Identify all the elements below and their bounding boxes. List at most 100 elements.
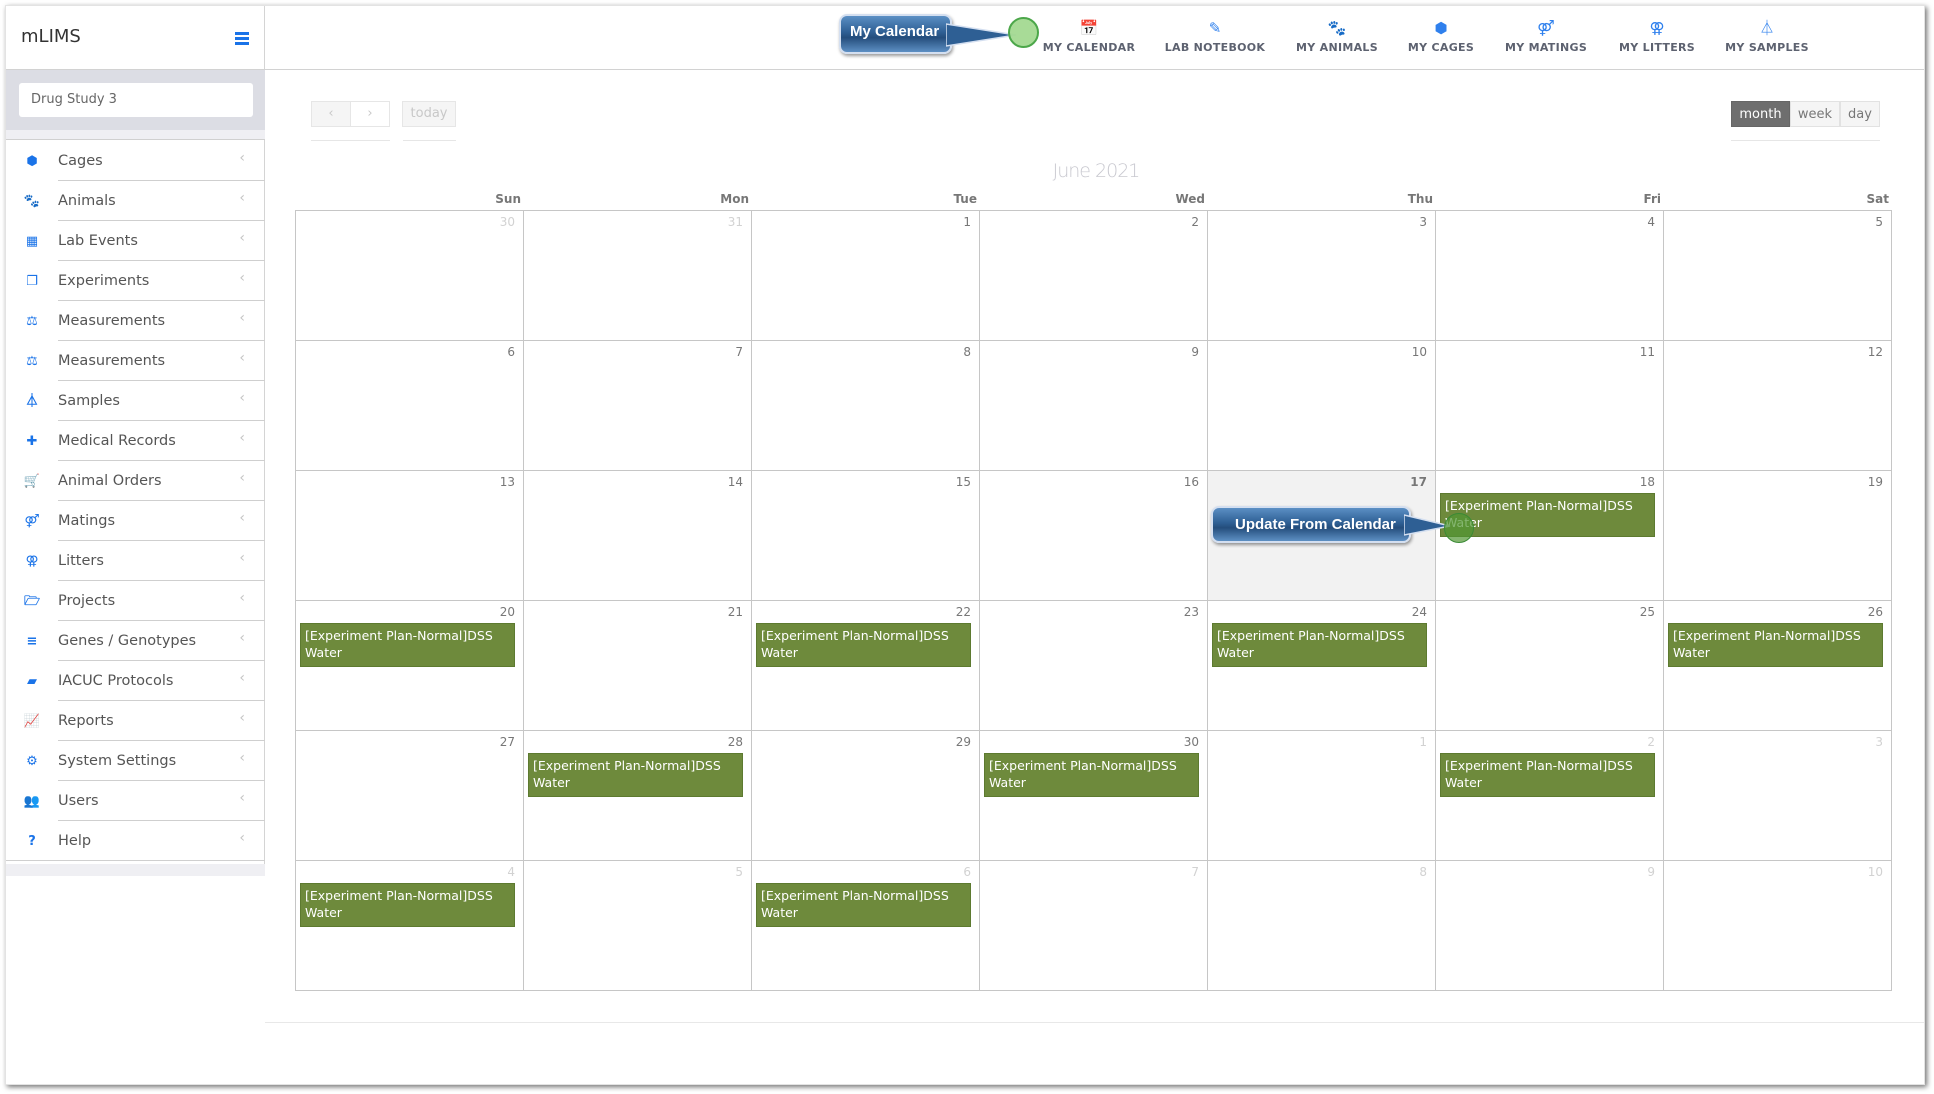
day-cell[interactable]: 12 [1664, 341, 1891, 471]
sidebar-item-system-settings[interactable]: ⚙ System Settings ‹ [6, 741, 265, 781]
study-selector[interactable]: Drug Study 3 [19, 83, 253, 117]
day-cell[interactable]: 28 [Experiment Plan-Normal]DSS Water [524, 731, 752, 861]
day-number[interactable]: 10 [1868, 865, 1883, 879]
day-cell[interactable]: 6 [Experiment Plan-Normal]DSS Water [752, 861, 980, 990]
day-cell[interactable]: 11 [1436, 341, 1664, 471]
view-day-button[interactable]: day [1840, 101, 1880, 127]
day-number[interactable]: 24 [1412, 605, 1427, 619]
day-cell[interactable]: 9 [980, 341, 1208, 471]
day-number[interactable]: 4 [1647, 215, 1655, 229]
prev-button[interactable]: ‹ [311, 101, 351, 127]
calendar-event[interactable]: [Experiment Plan-Normal]DSS Water [756, 883, 971, 927]
day-number[interactable]: 2 [1191, 215, 1199, 229]
day-number[interactable]: 11 [1640, 345, 1655, 359]
calendar-event[interactable]: [Experiment Plan-Normal]DSS Water [528, 753, 743, 797]
day-number[interactable]: 23 [1184, 605, 1199, 619]
day-number[interactable]: 28 [728, 735, 743, 749]
day-number[interactable]: 19 [1868, 475, 1883, 489]
day-cell[interactable]: 26 [Experiment Plan-Normal]DSS Water [1664, 601, 1891, 731]
sidebar-item-users[interactable]: 👥 Users ‹ [6, 781, 265, 821]
day-cell[interactable]: 21 [524, 601, 752, 731]
day-number[interactable]: 26 [1868, 605, 1883, 619]
day-number[interactable]: 31 [728, 215, 743, 229]
day-number[interactable]: 20 [500, 605, 515, 619]
day-number[interactable]: 8 [1419, 865, 1427, 879]
day-number[interactable]: 27 [500, 735, 515, 749]
day-number[interactable]: 8 [963, 345, 971, 359]
day-number[interactable]: 13 [500, 475, 515, 489]
day-cell[interactable]: 1 [752, 211, 980, 341]
day-number[interactable]: 5 [1875, 215, 1883, 229]
day-cell[interactable]: 19 [1664, 471, 1891, 601]
day-number[interactable]: 1 [963, 215, 971, 229]
day-cell[interactable]: 8 [1208, 861, 1436, 990]
day-cell[interactable]: 31 [524, 211, 752, 341]
calendar-event[interactable]: [Experiment Plan-Normal]DSS Water [756, 623, 971, 667]
day-cell[interactable]: 22 [Experiment Plan-Normal]DSS Water [752, 601, 980, 731]
calendar-event[interactable]: [Experiment Plan-Normal]DSS Water [1668, 623, 1883, 667]
day-cell[interactable]: 16 [980, 471, 1208, 601]
day-cell[interactable]: 14 [524, 471, 752, 601]
sidebar-item-litters[interactable]: ⚢ Litters ‹ [6, 541, 265, 581]
day-number[interactable]: 9 [1647, 865, 1655, 879]
day-cell[interactable]: 2 [Experiment Plan-Normal]DSS Water [1436, 731, 1664, 861]
sidebar-item-lab-events[interactable]: ▦ Lab Events ‹ [6, 221, 265, 261]
day-number[interactable]: 18 [1640, 475, 1655, 489]
sidebar-item-genes-genotypes[interactable]: ≡ Genes / Genotypes ‹ [6, 621, 265, 661]
day-number[interactable]: 12 [1868, 345, 1883, 359]
day-number[interactable]: 7 [735, 345, 743, 359]
day-cell[interactable]: 3 [1664, 731, 1891, 861]
topnav-my-calendar[interactable]: 📅 MY CALENDAR [1043, 18, 1135, 54]
sidebar-item-measurements[interactable]: ⚖ Measurements ‹ [6, 301, 265, 341]
day-number[interactable]: 29 [956, 735, 971, 749]
sidebar-item-cages[interactable]: ⬢ Cages ‹ [6, 141, 265, 181]
day-number[interactable]: 16 [1184, 475, 1199, 489]
day-cell[interactable]: 13 [296, 471, 524, 601]
day-number[interactable]: 4 [507, 865, 515, 879]
sidebar-item-medical-records[interactable]: ✚ Medical Records ‹ [6, 421, 265, 461]
day-cell[interactable]: 15 [752, 471, 980, 601]
day-number[interactable]: 3 [1875, 735, 1883, 749]
day-number[interactable]: 3 [1419, 215, 1427, 229]
day-cell[interactable]: 30 [Experiment Plan-Normal]DSS Water [980, 731, 1208, 861]
day-cell[interactable]: 29 [752, 731, 980, 861]
day-number[interactable]: 21 [728, 605, 743, 619]
topnav-my-samples[interactable]: ⏃ MY SAMPLES [1725, 18, 1809, 54]
day-number[interactable]: 1 [1419, 735, 1427, 749]
day-number[interactable]: 17 [1410, 475, 1427, 489]
sidebar-item-projects[interactable]: 🗁 Projects ‹ [6, 581, 265, 621]
day-cell[interactable]: 1 [1208, 731, 1436, 861]
day-number[interactable]: 14 [728, 475, 743, 489]
next-button[interactable]: › [351, 101, 390, 127]
day-cell[interactable]: 9 [1436, 861, 1664, 990]
day-cell[interactable]: 7 [524, 341, 752, 471]
day-cell[interactable]: 10 [1664, 861, 1891, 990]
day-number[interactable]: 30 [1184, 735, 1199, 749]
day-number[interactable]: 30 [500, 215, 515, 229]
topnav-my-animals[interactable]: 🐾 MY ANIMALS [1296, 18, 1378, 54]
sidebar-item-samples[interactable]: ⏃ Samples ‹ [6, 381, 265, 421]
day-number[interactable]: 22 [956, 605, 971, 619]
sidebar-item-iacuc-protocols[interactable]: ▰ IACUC Protocols ‹ [6, 661, 265, 701]
day-cell[interactable]: 20 [Experiment Plan-Normal]DSS Water [296, 601, 524, 731]
day-cell[interactable]: 27 [296, 731, 524, 861]
calendar-event[interactable]: [Experiment Plan-Normal]DSS Water [1212, 623, 1427, 667]
day-number[interactable]: 7 [1191, 865, 1199, 879]
day-cell[interactable]: 7 [980, 861, 1208, 990]
sidebar-item-help[interactable]: ? Help ‹ [6, 821, 265, 861]
day-cell[interactable]: 2 [980, 211, 1208, 341]
sidebar-item-matings[interactable]: ⚤ Matings ‹ [6, 501, 265, 541]
hamburger-menu-icon[interactable] [235, 32, 249, 45]
day-cell[interactable]: 3 [1208, 211, 1436, 341]
day-number[interactable]: 6 [507, 345, 515, 359]
topnav-my-matings[interactable]: ⚤ MY MATINGS [1505, 18, 1587, 54]
calendar-event[interactable]: [Experiment Plan-Normal]DSS Water [300, 883, 515, 927]
topnav-my-litters[interactable]: ⚢ MY LITTERS [1619, 18, 1695, 54]
topnav-my-cages[interactable]: ⬢ MY CAGES [1408, 18, 1474, 54]
sidebar-item-animals[interactable]: 🐾 Animals ‹ [6, 181, 265, 221]
view-month-button[interactable]: month [1731, 101, 1790, 127]
today-button[interactable]: today [402, 101, 456, 127]
day-cell[interactable]: 25 [1436, 601, 1664, 731]
view-week-button[interactable]: week [1790, 101, 1840, 127]
day-cell[interactable]: 23 [980, 601, 1208, 731]
